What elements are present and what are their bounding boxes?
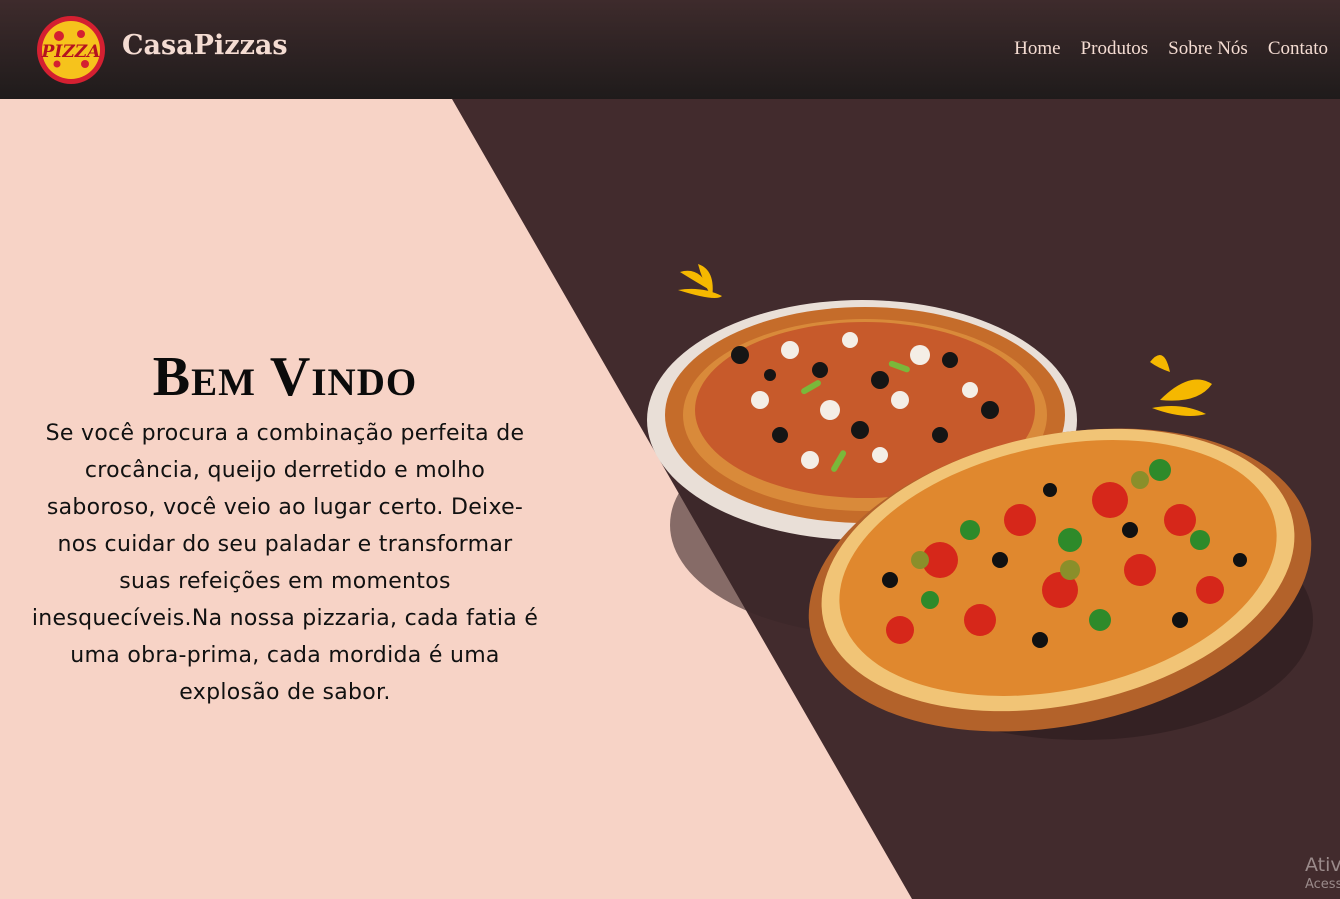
site-header: PIZZA CasaPizzas Home Produtos Sobre Nós… [0,0,1340,99]
pizza-illustration [647,264,1313,740]
nav-contato[interactable]: Contato [1268,38,1328,60]
splash-right-icon [1150,354,1212,416]
watermark-line-2: Acess [1305,877,1340,892]
windows-activation-watermark: Ativ Acess [1305,855,1340,895]
svg-text:PIZZA: PIZZA [41,42,101,62]
hero-text-block: Bem Vindo Se você procura a combinação p… [30,345,540,711]
main-nav: Home Produtos Sobre Nós Contato [1014,38,1328,60]
hero-title: Bem Vindo [152,346,418,408]
nav-sobre-nos[interactable]: Sobre Nós [1168,38,1248,60]
nav-produtos[interactable]: Produtos [1081,38,1149,60]
brand-name[interactable]: CasaPizzas [122,30,288,61]
pizza-logo[interactable]: PIZZA [35,14,107,86]
watermark-line-1: Ativ [1305,854,1340,876]
nav-home[interactable]: Home [1014,38,1060,60]
splash-left-icon [678,264,722,298]
hero-description: Se você procura a combinação perfeita de… [31,421,539,705]
